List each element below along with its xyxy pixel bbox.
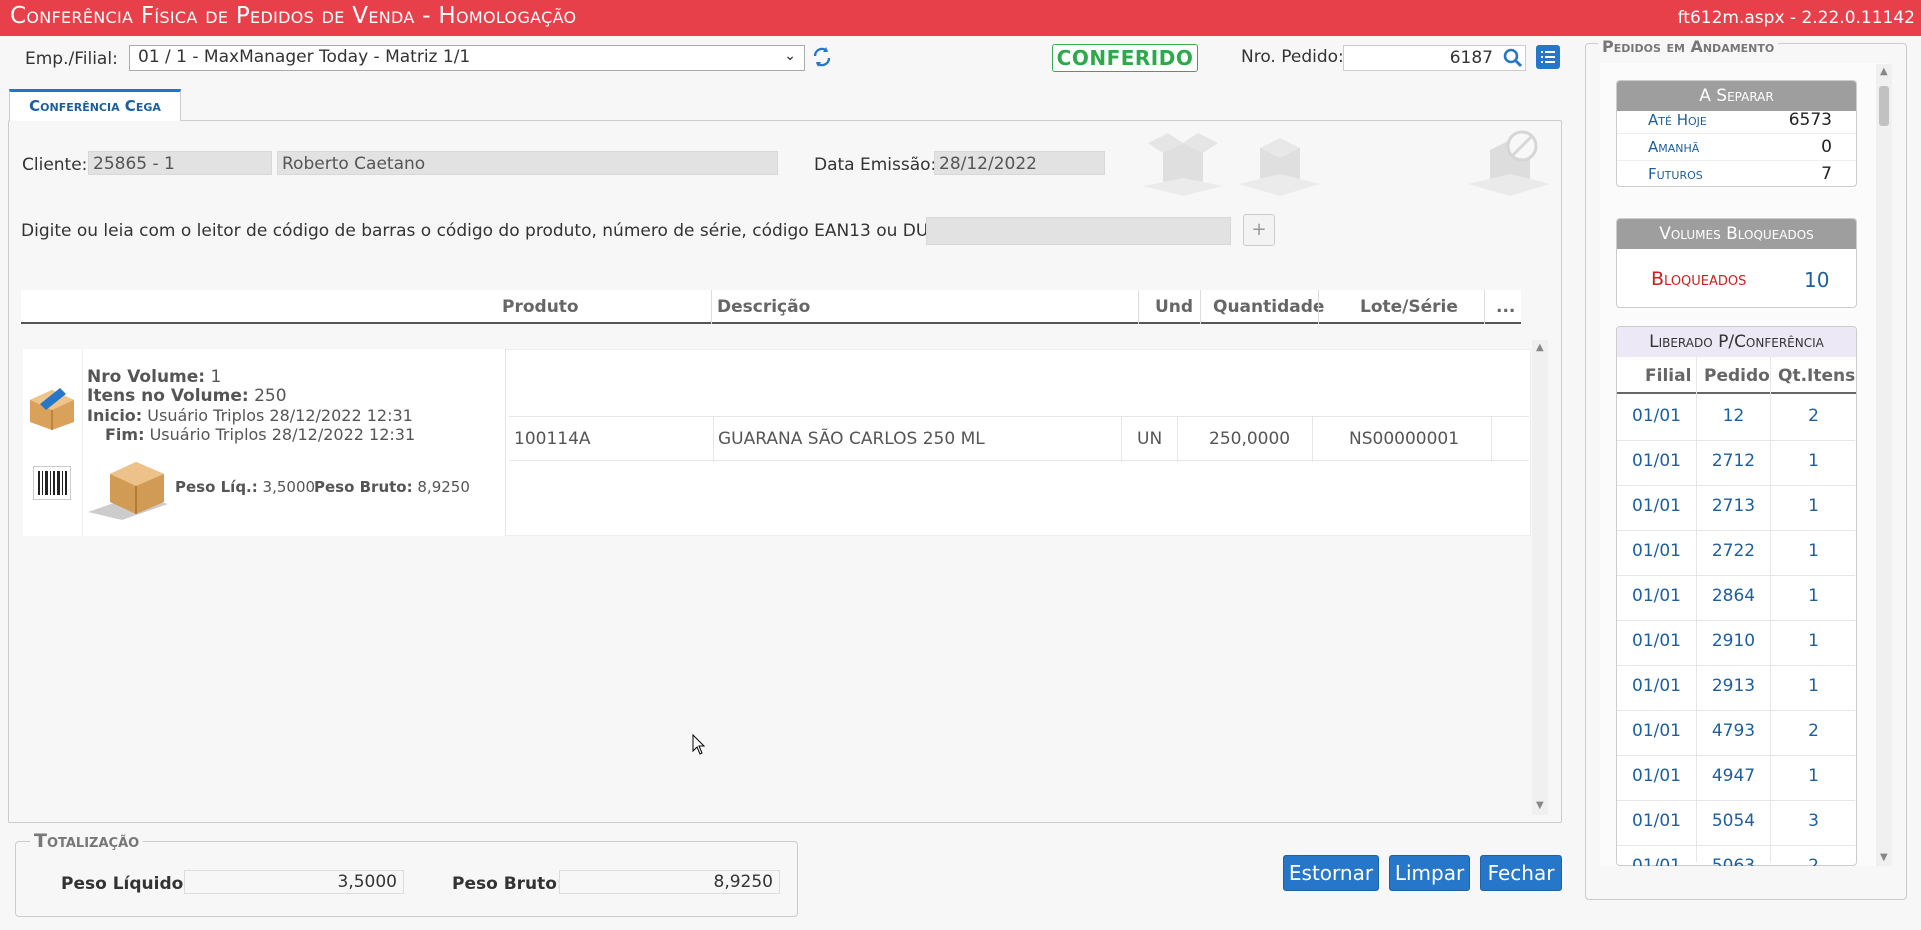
row-divider — [1617, 485, 1855, 486]
row-divider — [1617, 620, 1855, 621]
liberado-qt-itens[interactable]: 1 — [1771, 676, 1856, 696]
liberado-filial[interactable]: 01/01 — [1617, 856, 1696, 866]
liberado-pedido[interactable]: 5063 — [1697, 856, 1770, 866]
scroll-thumb[interactable] — [1879, 86, 1889, 126]
liberado-pedido[interactable]: 4947 — [1697, 766, 1770, 786]
liberado-qt-itens[interactable]: 2 — [1771, 406, 1856, 426]
liberado-pedido[interactable]: 4793 — [1697, 721, 1770, 741]
liberado-pedido[interactable]: 12 — [1697, 406, 1770, 426]
liberado-qt-itens[interactable]: 1 — [1771, 586, 1856, 606]
liberado-qt-itens[interactable]: 3 — [1771, 811, 1856, 831]
liberado-qt-itens[interactable]: 1 — [1771, 541, 1856, 561]
liberado-pedido[interactable]: 2713 — [1697, 496, 1770, 516]
liberado-pedido[interactable]: 2910 — [1697, 631, 1770, 651]
panel-scrollbar[interactable]: ▲ ▼ — [1876, 64, 1892, 866]
row-divider — [1617, 845, 1855, 846]
scroll-down-icon[interactable]: ▼ — [1880, 852, 1888, 863]
liberado-filial[interactable]: 01/01 — [1617, 451, 1696, 471]
scroll-up-icon[interactable]: ▲ — [1880, 66, 1888, 77]
row-divider — [1617, 710, 1855, 711]
liberado-filial[interactable]: 01/01 — [1617, 676, 1696, 696]
liberado-filial[interactable]: 01/01 — [1617, 631, 1696, 651]
liberado-qt-itens[interactable]: 1 — [1771, 631, 1856, 651]
row-divider — [1617, 800, 1855, 801]
liberado-rows: 01/01 12 2 01/01 2712 1 01/01 2713 1 01/01 2722 1 01… — [0, 0, 1921, 866]
row-divider — [1617, 440, 1855, 441]
liberado-filial[interactable]: 01/01 — [1617, 586, 1696, 606]
liberado-filial[interactable]: 01/01 — [1617, 811, 1696, 831]
liberado-filial[interactable]: 01/01 — [1617, 496, 1696, 516]
liberado-filial[interactable]: 01/01 — [1617, 541, 1696, 561]
liberado-filial[interactable]: 01/01 — [1617, 766, 1696, 786]
liberado-pedido[interactable]: 2712 — [1697, 451, 1770, 471]
row-divider — [1617, 530, 1855, 531]
liberado-pedido[interactable]: 2864 — [1697, 586, 1770, 606]
liberado-pedido[interactable]: 2722 — [1697, 541, 1770, 561]
liberado-pedido[interactable]: 2913 — [1697, 676, 1770, 696]
row-divider — [1617, 755, 1855, 756]
peso-bruto-field: 8,9250 — [559, 870, 780, 894]
liberado-qt-itens[interactable]: 2 — [1771, 856, 1856, 866]
row-divider — [1617, 575, 1855, 576]
liberado-qt-itens[interactable]: 2 — [1771, 721, 1856, 741]
liberado-qt-itens[interactable]: 1 — [1771, 451, 1856, 471]
peso-liquido-field: 3,5000 — [184, 870, 404, 894]
peso-liquido-label: Peso Líquido: — [61, 874, 191, 894]
row-divider — [1617, 665, 1855, 666]
liberado-qt-itens[interactable]: 1 — [1771, 766, 1856, 786]
liberado-filial[interactable]: 01/01 — [1617, 406, 1696, 426]
liberado-filial[interactable]: 01/01 — [1617, 721, 1696, 741]
liberado-qt-itens[interactable]: 1 — [1771, 496, 1856, 516]
peso-bruto-total-label: Peso Bruto: — [452, 874, 564, 894]
liberado-pedido[interactable]: 5054 — [1697, 811, 1770, 831]
